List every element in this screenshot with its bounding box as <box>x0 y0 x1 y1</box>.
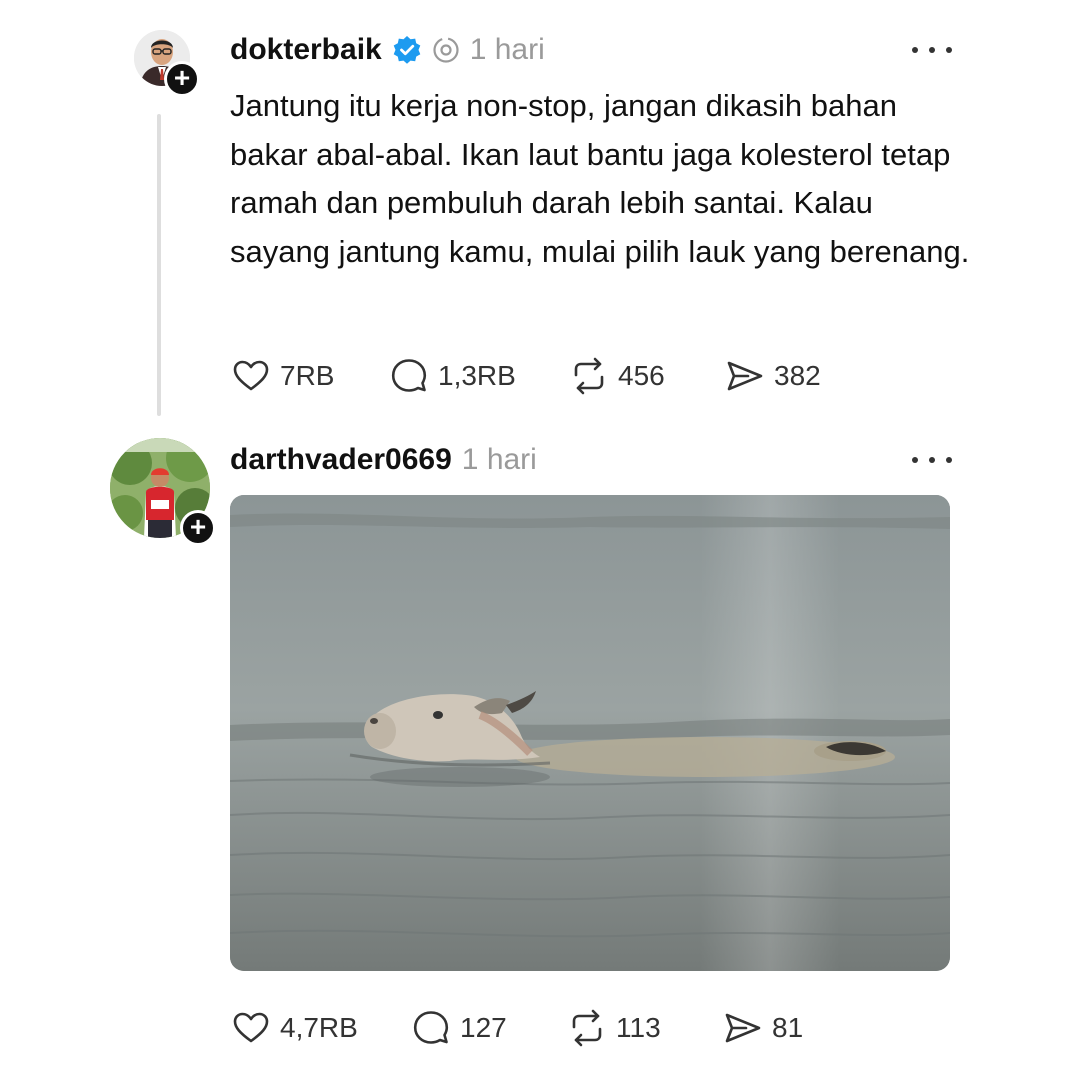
post-time: 1 hari <box>469 33 545 66</box>
repost-count: 456 <box>618 360 665 391</box>
follow-plus-icon[interactable]: + <box>180 510 216 546</box>
like-button[interactable]: 7RB <box>230 355 388 397</box>
follow-plus-icon[interactable]: + <box>164 61 200 97</box>
like-count: 7RB <box>280 360 335 391</box>
reply-button[interactable]: 127 <box>410 1007 566 1049</box>
share-button[interactable]: 382 <box>724 355 821 397</box>
reply-button[interactable]: 1,3RB <box>388 355 568 397</box>
repost-count: 113 <box>616 1012 661 1043</box>
comment-icon <box>391 359 427 392</box>
action-bar: 4,7RB 127 113 81 <box>230 1007 803 1049</box>
repost-button[interactable]: 456 <box>568 355 724 397</box>
share-button[interactable]: 81 <box>722 1007 803 1049</box>
repost-button[interactable]: 113 <box>566 1007 722 1049</box>
heart-icon <box>233 1012 269 1043</box>
comment-icon <box>413 1011 449 1044</box>
post-time: 1 hari <box>461 443 537 476</box>
heart-icon <box>233 360 269 391</box>
reply-count: 1,3RB <box>438 360 516 391</box>
share-count: 382 <box>774 360 821 391</box>
post-header: darthvader0669 1 hari <box>230 440 537 480</box>
repost-icon <box>574 357 604 395</box>
like-count: 4,7RB <box>280 1012 358 1043</box>
more-icon[interactable] <box>912 450 952 470</box>
reply-count: 127 <box>460 1012 507 1043</box>
photo-cow-swimming-in-water <box>230 495 950 971</box>
repost-icon <box>572 1009 602 1047</box>
share-icon <box>725 1013 761 1043</box>
like-button[interactable]: 4,7RB <box>230 1007 410 1049</box>
username[interactable]: dokterbaik <box>230 33 382 67</box>
share-icon <box>727 361 763 391</box>
verified-icon <box>392 35 422 65</box>
post-darthvader0669: + darthvader0669 1 hari 4,7RB 127 113 81 <box>0 430 1080 1080</box>
username[interactable]: darthvader0669 <box>230 443 452 477</box>
thread-connector-line <box>157 114 161 416</box>
post-header: dokterbaik 1 hari <box>230 30 545 70</box>
post-text: Jantung itu kerja non-stop, jangan dikas… <box>230 88 970 269</box>
post-dokterbaik: + dokterbaik 1 hari Jantung itu kerja no… <box>0 0 1080 430</box>
more-icon[interactable] <box>912 40 952 60</box>
post-image[interactable] <box>230 495 950 971</box>
share-count: 81 <box>772 1012 804 1043</box>
action-bar: 7RB 1,3RB 456 382 <box>230 355 821 397</box>
threads-icon <box>432 36 460 64</box>
